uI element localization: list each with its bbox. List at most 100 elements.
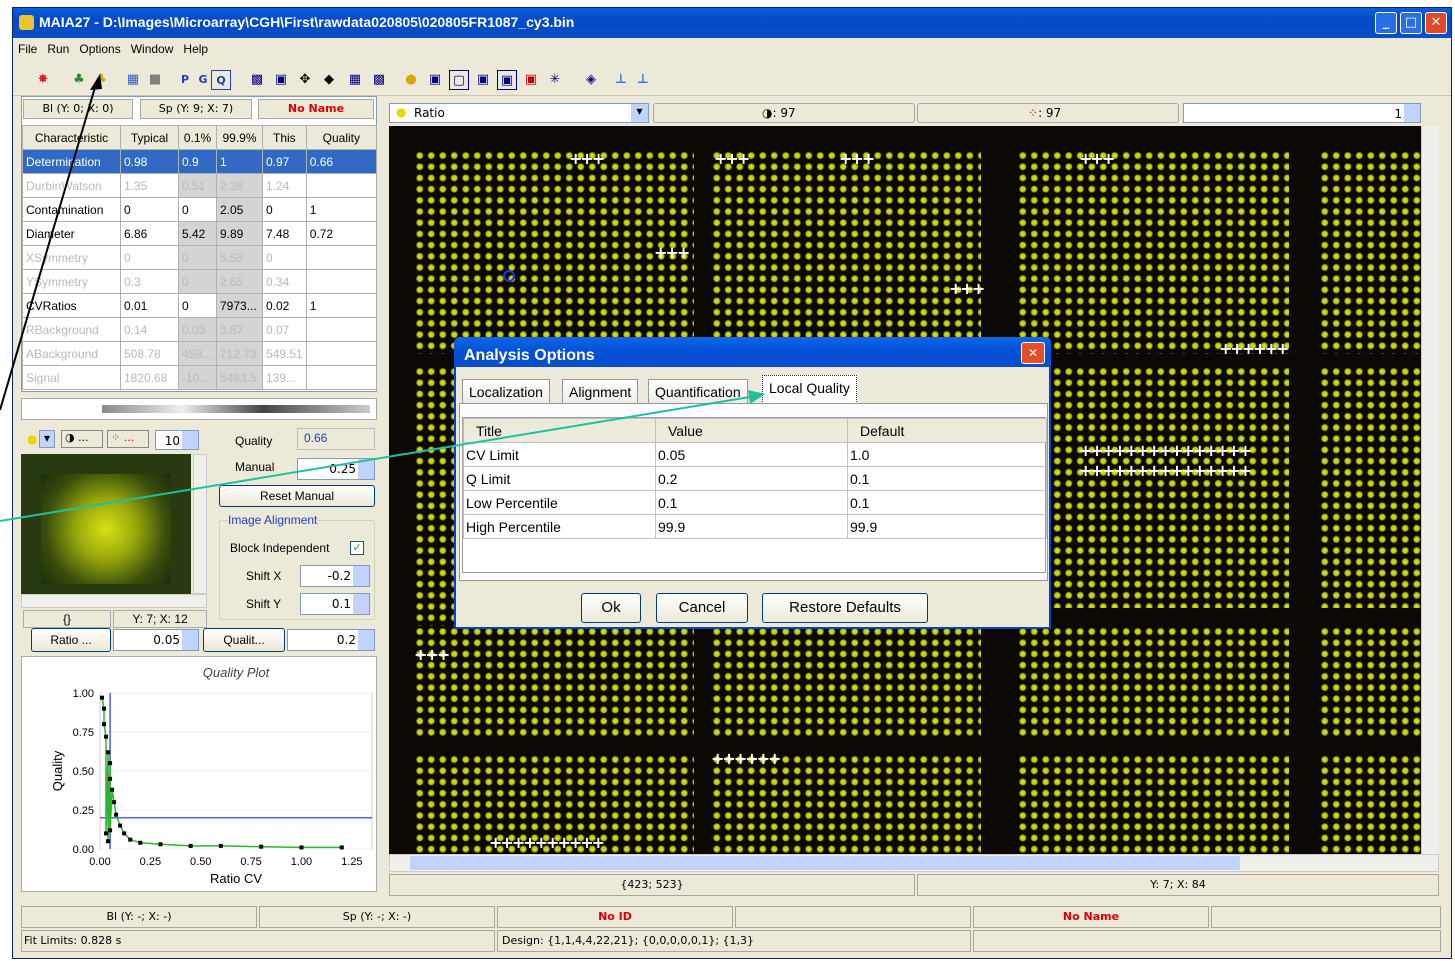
color-icon[interactable]: ● bbox=[401, 70, 421, 90]
frame-fill-icon[interactable]: ▣ bbox=[521, 70, 541, 90]
image-alignment-title: Image Alignment bbox=[228, 513, 318, 527]
spots-select-icon[interactable]: ▣ bbox=[271, 70, 291, 90]
diamond-icon[interactable]: ◆ bbox=[319, 70, 339, 90]
spot-block bbox=[1017, 626, 1289, 736]
g-button[interactable]: G bbox=[193, 70, 213, 90]
qualit-button[interactable]: Qualit... bbox=[203, 628, 285, 652]
table-row[interactable]: Signal 1820.68 -10... 5483.5 139... bbox=[22, 365, 378, 390]
status-noname: No Name bbox=[973, 906, 1209, 928]
table-row[interactable]: Q Limit 0.2 0.1 bbox=[463, 466, 1047, 491]
table-row[interactable]: CV Limit 0.05 1.0 bbox=[463, 442, 1047, 467]
tab-alignment[interactable]: Alignment bbox=[562, 379, 639, 404]
minimize-button[interactable]: _ bbox=[1375, 12, 1397, 34]
col-typical[interactable]: Typical bbox=[120, 125, 179, 150]
contrast-count[interactable]: ◑: 97 bbox=[653, 103, 915, 123]
spots-icon[interactable]: ▩ bbox=[247, 70, 267, 90]
cancel-button[interactable]: Cancel bbox=[656, 593, 748, 623]
p-button[interactable]: P bbox=[175, 70, 195, 90]
table-row[interactable]: ABackground 508.78 459... 712.73 549.51 bbox=[22, 341, 378, 366]
qualit-spinner[interactable]: 0.2 bbox=[287, 629, 375, 651]
stop-icon[interactable]: ■ bbox=[145, 70, 165, 90]
frame-icon[interactable]: ▢ bbox=[449, 70, 469, 90]
data-point bbox=[108, 761, 113, 766]
spot-hscroll[interactable] bbox=[21, 594, 207, 608]
menu-file[interactable]: File bbox=[13, 40, 42, 58]
col-value[interactable]: Value bbox=[655, 418, 848, 443]
menu-options[interactable]: Options bbox=[74, 40, 125, 58]
col-quality[interactable]: Quality bbox=[305, 125, 378, 150]
col-high[interactable]: 99.9% bbox=[216, 125, 263, 150]
spot-vscroll[interactable] bbox=[193, 454, 207, 594]
contrast-selector[interactable]: ◑ ... bbox=[61, 430, 103, 448]
frame-alt-icon[interactable]: ▣ bbox=[473, 70, 493, 90]
data-point bbox=[102, 706, 107, 711]
spot-block bbox=[414, 626, 694, 736]
table-row[interactable]: Contamination 0 0 2.05 0 1 bbox=[22, 197, 378, 222]
ratio-dot-icon: ● bbox=[27, 432, 38, 446]
table-row[interactable]: Low Percentile 0.1 0.1 bbox=[463, 490, 1047, 515]
tab-quantification[interactable]: Quantification bbox=[648, 379, 748, 404]
zoom-spinner[interactable]: 10 bbox=[155, 430, 199, 450]
table-row[interactable]: High Percentile 99.9 99.9 bbox=[463, 514, 1047, 539]
load-icon[interactable]: ♣ bbox=[69, 70, 89, 90]
status-fit: Fit Limits: 0.828 s bbox=[21, 930, 495, 952]
table-row[interactable]: XSymmetry 0 0 5.58 0 bbox=[22, 245, 378, 270]
data-point bbox=[339, 845, 344, 850]
shift-y-spinner[interactable]: 0.1 bbox=[300, 593, 370, 615]
run-icon[interactable]: ✸ bbox=[33, 70, 53, 90]
flag-marker: ++++++++++ bbox=[489, 833, 605, 852]
ok-button[interactable]: Ok bbox=[581, 593, 641, 623]
reset-manual-button[interactable]: Reset Manual bbox=[219, 485, 375, 507]
spot-selector[interactable]: ⁘ ... bbox=[107, 430, 149, 448]
col-characteristic[interactable]: Characteristic bbox=[22, 125, 121, 150]
frame-red-icon[interactable]: ▣ bbox=[497, 70, 517, 90]
image-footer-right: Y: 7; X: 84 bbox=[917, 874, 1439, 896]
anchor-alt-icon[interactable]: ⊥ bbox=[633, 70, 653, 90]
data-point bbox=[118, 823, 123, 828]
menu-help[interactable]: Help bbox=[178, 40, 213, 58]
table-row[interactable]: DurbinWatson 1.35 0.51 2.36 1.24 bbox=[22, 173, 378, 198]
col-title[interactable]: Title bbox=[463, 418, 656, 443]
table-row[interactable]: Determination 0.98 0.9 1 0.97 0.66 bbox=[22, 149, 378, 174]
coord-left: {} bbox=[23, 610, 111, 628]
dialog-close-button[interactable]: ✕ bbox=[1021, 342, 1045, 364]
col-low[interactable]: 0.1% bbox=[178, 125, 217, 150]
grid-image-icon[interactable]: ▦ bbox=[123, 70, 143, 90]
table-row[interactable]: RBackground 0.14 0.03 3.87 0.07 bbox=[22, 317, 378, 342]
shift-x-spinner[interactable]: -0.2 bbox=[300, 565, 370, 587]
dropdown-icon[interactable]: ▾ bbox=[39, 430, 55, 448]
q-button[interactable]: Q bbox=[211, 70, 231, 90]
image-vscroll[interactable] bbox=[1421, 126, 1439, 854]
mode-select[interactable]: ● Ratio ▾ bbox=[389, 103, 649, 123]
ratio-button[interactable]: Ratio ... bbox=[31, 628, 111, 652]
restore-defaults-button[interactable]: Restore Defaults bbox=[762, 593, 928, 623]
characteristics-table: Characteristic Typical 0.1% 99.9% This Q… bbox=[22, 125, 378, 390]
col-default[interactable]: Default bbox=[847, 418, 1047, 443]
table-row[interactable]: YSymmetry 0.3 0 2.65 0.34 bbox=[22, 269, 378, 294]
ratio-spinner[interactable]: 0.05 bbox=[113, 629, 199, 651]
grid-icon[interactable]: ▦ bbox=[345, 70, 365, 90]
load-dual-icon[interactable]: ♣ bbox=[91, 70, 111, 90]
block-independent-checkbox[interactable]: ✓ bbox=[350, 541, 364, 555]
table-row[interactable]: CVRatios 0.01 0 7973... 0.02 1 bbox=[22, 293, 378, 318]
move-icon[interactable]: ✥ bbox=[295, 70, 315, 90]
hscroll-thumb[interactable] bbox=[410, 856, 1240, 870]
sparkle-icon[interactable]: ✳ bbox=[545, 70, 565, 90]
target-icon[interactable]: ◈ bbox=[581, 70, 601, 90]
maximize-button[interactable]: □ bbox=[1400, 12, 1422, 34]
image-hscroll[interactable] bbox=[389, 854, 1439, 872]
grid-alt-icon[interactable]: ▩ bbox=[369, 70, 389, 90]
profile-strip bbox=[21, 398, 377, 420]
tab-localization[interactable]: Localization bbox=[462, 379, 550, 404]
anchor-icon[interactable]: ⊥ bbox=[611, 70, 631, 90]
menu-run[interactable]: Run bbox=[42, 40, 74, 58]
close-button[interactable]: ✕ bbox=[1425, 12, 1447, 34]
menu-window[interactable]: Window bbox=[126, 40, 179, 58]
r-icon[interactable]: ▣ bbox=[425, 70, 445, 90]
image-spinner[interactable]: 1 bbox=[1183, 103, 1421, 123]
tab-local-quality[interactable]: Local Quality bbox=[762, 375, 857, 404]
spot-count[interactable]: ⁘: 97 bbox=[917, 103, 1179, 123]
col-this[interactable]: This bbox=[262, 125, 307, 150]
table-row[interactable]: Diameter 6.86 5.42 9.89 7.48 0.72 bbox=[22, 221, 378, 246]
manual-spinner[interactable]: 0.25 bbox=[297, 458, 375, 480]
